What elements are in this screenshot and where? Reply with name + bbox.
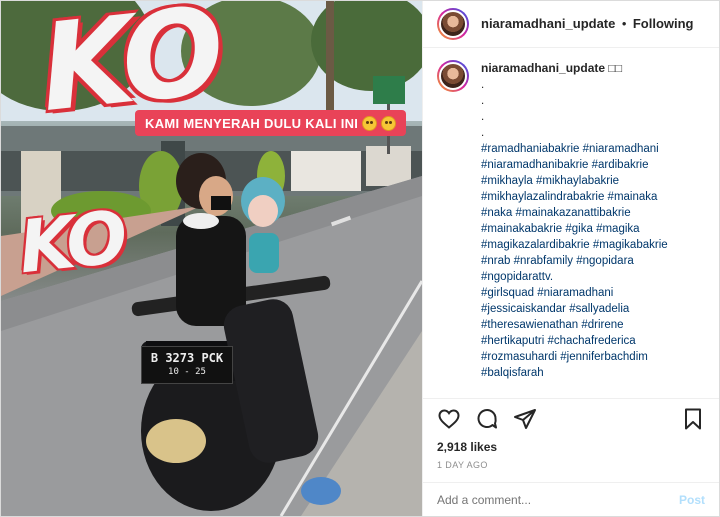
post-caption: niaramadhani_update □□ . . . . #ramadhan…: [481, 60, 705, 398]
action-bar: [423, 398, 719, 438]
hashtag-line[interactable]: #girlsquad #niaramadhani: [481, 285, 705, 301]
caption-section: niaramadhani_update □□ . . . . #ramadhan…: [423, 48, 719, 398]
share-icon[interactable]: [513, 407, 537, 431]
avatar-image: [439, 10, 467, 38]
post-button[interactable]: Post: [679, 493, 705, 507]
caption-header-line: niaramadhani_update □□: [481, 60, 705, 77]
hashtag-line[interactable]: #mikhayla #mikhaylabakrie: [481, 173, 705, 189]
story-caption-text: KAMI MENYERAH DULU KALI INI: [145, 115, 359, 131]
caption-suffix: □□: [608, 63, 623, 75]
thinking-emoji-icon: [362, 115, 378, 131]
license-plate: B 3273 PCK 10 - 25: [141, 346, 233, 384]
heart-icon[interactable]: [437, 407, 461, 431]
post-sidebar: niaramadhani_update • Following niaramad…: [422, 1, 719, 516]
hashtag-line[interactable]: #mainakabakrie #gika #magika: [481, 221, 705, 237]
avatar-image: [439, 62, 467, 90]
plate-expiry: 10 - 25: [168, 367, 206, 377]
like-count[interactable]: 2,918 likes: [423, 438, 719, 456]
hashtag-line[interactable]: #magikazalardibakrie #magikabakrie: [481, 237, 705, 253]
hashtag-line[interactable]: #rozmasuhardi #jenniferbachdim: [481, 349, 705, 365]
caption-dot: .: [481, 95, 485, 107]
hashtag-line[interactable]: #niaramadhanibakrie #ardibakrie: [481, 157, 705, 173]
separator-dot: •: [621, 16, 627, 31]
hashtag-line[interactable]: #mikhaylazalindrabakrie #mainaka: [481, 189, 705, 205]
comment-icon[interactable]: [475, 407, 499, 431]
caption-dot: .: [481, 111, 485, 123]
caption-dot: .: [481, 127, 485, 139]
hashtag-line[interactable]: #balqisfarah: [481, 365, 705, 381]
hashtag-line[interactable]: #nrab #nrabfamily #ngopidara: [481, 253, 705, 269]
plate-number: B 3273 PCK: [150, 351, 224, 365]
hashtag-line[interactable]: #ngopidarattv.: [481, 269, 705, 285]
bookmark-icon[interactable]: [681, 407, 705, 431]
following-button[interactable]: Following: [633, 16, 694, 31]
hashtag-line[interactable]: #ramadhaniabakrie #niaramadhani: [481, 141, 705, 157]
hashtag-line[interactable]: #naka #mainakazanattibakrie: [481, 205, 705, 221]
thinking-emoji-icon: [381, 115, 397, 131]
avatar[interactable]: [437, 8, 469, 40]
header-meta: niaramadhani_update • Following: [481, 15, 694, 33]
add-comment-bar: Post: [423, 482, 719, 516]
post-photo[interactable]: KO KO KAMI MENYERAH DULU KALI INI B 3273…: [1, 1, 422, 516]
story-caption: KAMI MENYERAH DULU KALI INI: [135, 110, 407, 136]
caption-dot: .: [481, 79, 485, 91]
hashtag-line[interactable]: #jessicaiskandar #sallyadelia: [481, 301, 705, 317]
caption-username[interactable]: niaramadhani_update: [481, 61, 605, 75]
caption-avatar[interactable]: [437, 60, 469, 92]
comment-input[interactable]: [437, 492, 679, 507]
hashtag-line[interactable]: #theresawienathan #drirene: [481, 317, 705, 333]
username-link[interactable]: niaramadhani_update: [481, 16, 615, 31]
ko-sticker-small: KO: [14, 194, 128, 290]
post-header: niaramadhani_update • Following: [423, 1, 719, 48]
hashtag-line[interactable]: #hertikaputri #chachafrederica: [481, 333, 705, 349]
post-timestamp[interactable]: 1 DAY AGO: [423, 456, 719, 482]
instagram-post-modal: KO KO KAMI MENYERAH DULU KALI INI B 3273…: [0, 0, 720, 517]
